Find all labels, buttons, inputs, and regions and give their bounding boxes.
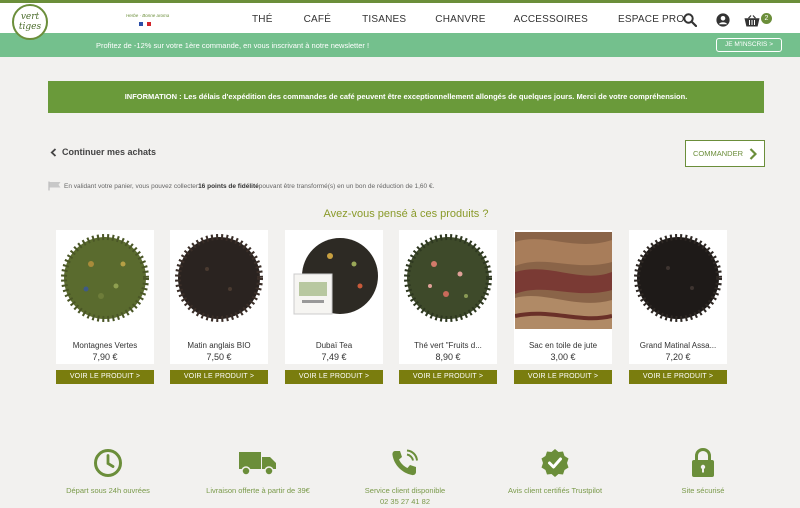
loyalty-text-after: pouvant être transformé(s) en un bon de … bbox=[258, 182, 435, 190]
view-product-button[interactable]: VOIR LE PRODUIT > bbox=[56, 370, 154, 384]
product-card[interactable]: Grand Matinal Assa... 7,20 € bbox=[629, 230, 727, 364]
site-header: vert tiges Herbe · Bonne aroma THÉ CAFÉ … bbox=[0, 3, 800, 40]
view-product-button[interactable]: VOIR LE PRODUIT > bbox=[629, 370, 727, 384]
loyalty-points: 16 points de fidélité bbox=[198, 182, 259, 190]
view-product-button[interactable]: VOIR LE PRODUIT > bbox=[514, 370, 612, 384]
product-image bbox=[404, 234, 492, 322]
customer-service-phone[interactable]: 02 35 27 41 82 bbox=[380, 497, 430, 506]
suggestions-title: Avez-vous pensé à ces produits ? bbox=[323, 208, 489, 220]
truck-icon bbox=[178, 448, 338, 478]
feature-customer-service: Service client disponible 02 35 27 41 82 bbox=[325, 448, 485, 507]
chevron-left-icon bbox=[50, 147, 57, 157]
search-icon[interactable] bbox=[683, 13, 698, 32]
nav-item-cafe[interactable]: CAFÉ bbox=[304, 14, 331, 25]
information-banner: INFORMATION : Les délais d'expédition de… bbox=[48, 81, 764, 113]
main-nav: THÉ CAFÉ TISANES CHANVRE ACCESSOIRES ESP… bbox=[252, 14, 715, 25]
clock-icon bbox=[28, 448, 188, 478]
phone-icon bbox=[325, 448, 485, 478]
chevron-right-icon bbox=[749, 147, 757, 160]
nav-item-accessoires[interactable]: ACCESSOIRES bbox=[514, 14, 588, 25]
product-image bbox=[61, 234, 149, 322]
product-price: 7,50 € bbox=[206, 352, 232, 362]
flag-icon bbox=[48, 181, 61, 191]
order-button[interactable]: COMMANDER bbox=[685, 140, 765, 167]
product-name: Grand Matinal Assa... bbox=[639, 341, 717, 350]
logo-text-tiges: tiges bbox=[18, 22, 42, 32]
french-flag-icon bbox=[139, 22, 151, 26]
view-product-button[interactable]: VOIR LE PRODUIT > bbox=[285, 370, 383, 384]
product-price: 7,49 € bbox=[321, 352, 347, 362]
brand-tagline: Herbe · Bonne aroma bbox=[126, 13, 170, 18]
logo-text-vert: vert bbox=[20, 12, 40, 22]
newsletter-promo-bar: Profitez de -12% sur votre 1ère commande… bbox=[0, 33, 800, 57]
feature-shipping-time: Départ sous 24h ouvrées bbox=[28, 448, 188, 496]
continue-shopping-link[interactable]: Continuer mes achats bbox=[50, 147, 156, 157]
product-name: Sac en toile de jute bbox=[528, 341, 598, 350]
site-logo[interactable]: vert tiges bbox=[12, 4, 48, 40]
cart-icon[interactable] bbox=[744, 14, 760, 32]
nav-item-the[interactable]: THÉ bbox=[252, 14, 273, 25]
product-card[interactable]: Montagnes Vertes 7,90 € bbox=[56, 230, 154, 364]
nav-item-chanvre[interactable]: CHANVRE bbox=[435, 14, 485, 25]
product-name: Dubaï Tea bbox=[315, 341, 353, 350]
product-price: 7,20 € bbox=[665, 352, 691, 362]
badge-check-icon bbox=[475, 448, 635, 478]
feature-secure-site: Site sécurisé bbox=[623, 448, 783, 496]
feature-free-delivery: Livraison offerte à partir de 39€ bbox=[178, 448, 338, 496]
product-name: Matin anglais BIO bbox=[187, 341, 251, 350]
nav-item-espace-pro[interactable]: ESPACE PRO bbox=[618, 14, 684, 25]
feature-label: Service client disponible 02 35 27 41 82 bbox=[325, 485, 485, 507]
product-card[interactable]: Thé vert "Fruits d... 8,90 € bbox=[399, 230, 497, 364]
loyalty-points-notice: En validant votre panier, vous pouvez co… bbox=[48, 181, 434, 191]
product-price: 3,00 € bbox=[550, 352, 576, 362]
view-product-button[interactable]: VOIR LE PRODUIT > bbox=[399, 370, 497, 384]
promo-text: Profitez de -12% sur votre 1ère commande… bbox=[96, 41, 370, 50]
product-card[interactable]: Sac en toile de jute 3,00 € bbox=[514, 230, 613, 364]
product-card[interactable]: Matin anglais BIO 7,50 € bbox=[170, 230, 268, 364]
feature-label-main: Service client disponible bbox=[364, 486, 446, 495]
nav-item-tisanes[interactable]: TISANES bbox=[362, 14, 406, 25]
product-image bbox=[514, 232, 613, 329]
newsletter-signup-button[interactable]: JE M'INSCRIS > bbox=[716, 38, 782, 52]
product-image bbox=[175, 234, 263, 322]
feature-label: Site sécurisé bbox=[681, 486, 725, 495]
product-name: Montagnes Vertes bbox=[72, 341, 138, 350]
view-product-button[interactable]: VOIR LE PRODUIT > bbox=[170, 370, 268, 384]
product-price: 8,90 € bbox=[435, 352, 461, 362]
feature-trustpilot: Avis client certifiés Trustpilot bbox=[475, 448, 635, 496]
product-name: Thé vert "Fruits d... bbox=[414, 341, 482, 350]
feature-label: Départ sous 24h ouvrées bbox=[66, 486, 150, 495]
cart-count-badge: 2 bbox=[761, 13, 772, 24]
product-image bbox=[290, 234, 378, 322]
account-icon[interactable] bbox=[716, 13, 730, 32]
feature-label: Livraison offerte à partir de 39€ bbox=[206, 486, 310, 495]
order-button-label: COMMANDER bbox=[693, 149, 743, 158]
product-card[interactable]: Dubaï Tea 7,49 € bbox=[285, 230, 383, 364]
lock-icon bbox=[623, 448, 783, 478]
continue-shopping-label: Continuer mes achats bbox=[62, 147, 157, 157]
product-price: 7,90 € bbox=[92, 352, 118, 362]
loyalty-text-before: En validant votre panier, vous pouvez co… bbox=[64, 182, 199, 190]
feature-label: Avis client certifiés Trustpilot bbox=[507, 486, 603, 495]
product-image bbox=[634, 234, 722, 322]
